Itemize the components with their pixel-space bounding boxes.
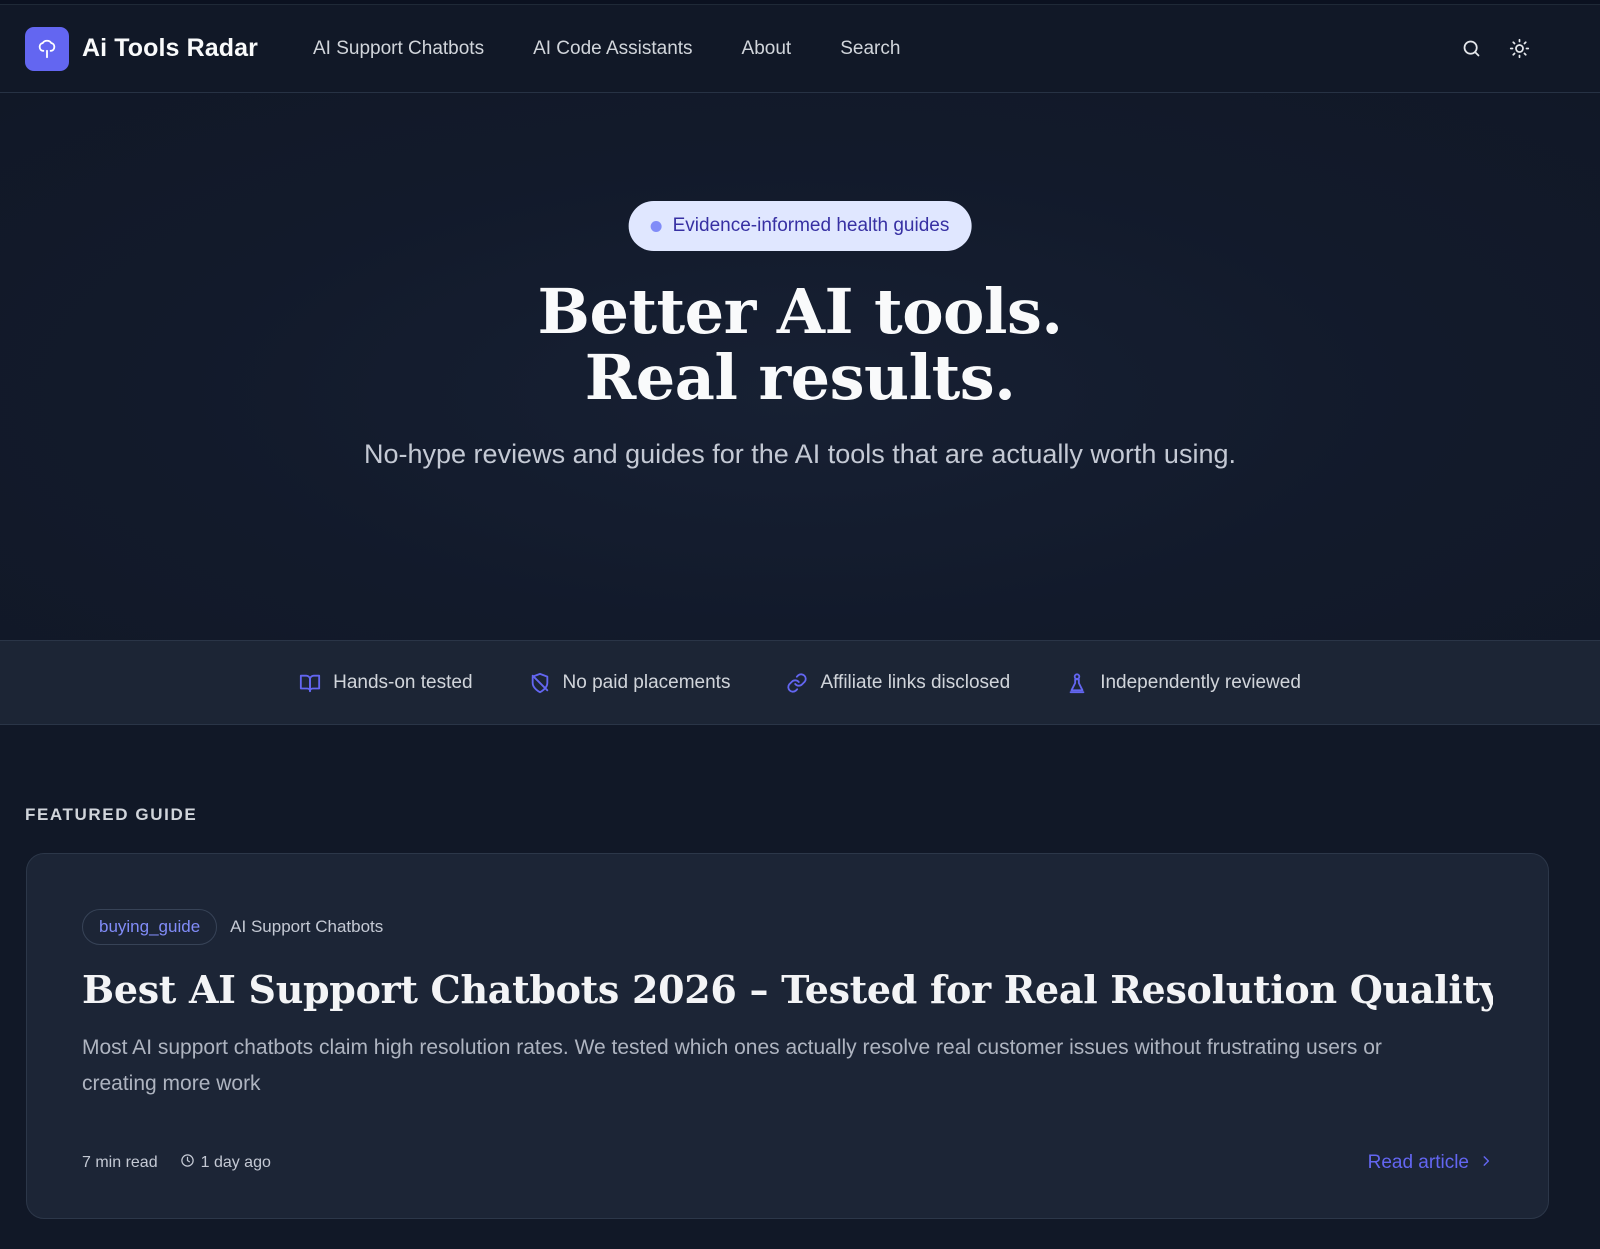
trust-bar: Hands-on tested No paid placements Affil… [0, 641, 1600, 725]
featured-section-label: FEATURED GUIDE [25, 805, 198, 824]
hero-badge-label: Evidence-informed health guides [672, 215, 950, 236]
read-time: 7 min read [82, 1154, 158, 1172]
article-title[interactable]: Best AI Support Chatbots 2026 – Tested f… [82, 967, 1493, 1012]
trust-item-hands-on: Hands-on tested [299, 671, 473, 694]
hero-subtitle: No-hype reviews and guides for the AI to… [364, 439, 1236, 469]
trust-label: No paid placements [562, 671, 731, 693]
trust-item-no-paid: No paid placements [529, 671, 731, 694]
trust-item-independent: Independently reviewed [1066, 672, 1301, 694]
article-description: Most AI support chatbots claim high reso… [82, 1036, 1382, 1095]
nav-ai-code-assistants[interactable]: AI Code Assistants [533, 38, 692, 60]
hero-title-line-2: Real results. [584, 341, 1016, 414]
published-date: 1 day ago [180, 1153, 271, 1173]
chevron-right-icon [1479, 1152, 1493, 1174]
hero-section: Evidence-informed health guides Better A… [0, 93, 1600, 641]
trust-item-affiliate: Affiliate links disclosed [786, 672, 1010, 694]
search-icon[interactable] [1460, 38, 1482, 60]
hero-title: Better AI tools. Real results. [0, 279, 1600, 411]
lotus-logo-icon [25, 26, 69, 71]
badge-dot [650, 220, 662, 232]
header-actions [1460, 38, 1530, 60]
read-article-link[interactable]: Read article [1368, 1152, 1493, 1174]
brand[interactable]: Ai Tools Radar [25, 26, 258, 71]
read-time-label: 7 min read [82, 1154, 158, 1171]
read-article-label: Read article [1367, 1152, 1469, 1173]
published-label: 1 day ago [200, 1154, 271, 1171]
nav-ai-support-chatbots[interactable]: AI Support Chatbots [313, 38, 484, 60]
featured-card[interactable]: buying_guide AI Support Chatbots Best AI… [26, 853, 1549, 1219]
trust-label: Independently reviewed [1100, 671, 1301, 693]
nav-search[interactable]: Search [840, 38, 900, 60]
book-open-icon [299, 672, 321, 694]
hero-title-line-1: Better AI tools. [537, 275, 1063, 348]
clock-icon [180, 1153, 195, 1173]
link-icon [786, 672, 808, 694]
main-nav: AI Support Chatbots AI Code Assistants A… [313, 38, 900, 60]
flask-icon [1066, 672, 1088, 694]
site-header: Ai Tools Radar AI Support Chatbots AI Co… [0, 5, 1600, 93]
trust-label: Hands-on tested [333, 671, 473, 693]
article-category[interactable]: AI Support Chatbots [230, 917, 383, 937]
article-type-tag[interactable]: buying_guide [82, 909, 218, 945]
card-meta: 7 min read 1 day ago Read article [82, 1152, 1493, 1174]
card-tags: buying_guide AI Support Chatbots [82, 909, 1493, 945]
nav-about[interactable]: About [742, 38, 792, 60]
hero-badge: Evidence-informed health guides [628, 201, 972, 251]
shield-off-icon [529, 672, 551, 694]
brand-name: Ai Tools Radar [82, 34, 258, 62]
sun-icon[interactable] [1508, 38, 1530, 60]
trust-label: Affiliate links disclosed [820, 671, 1011, 693]
